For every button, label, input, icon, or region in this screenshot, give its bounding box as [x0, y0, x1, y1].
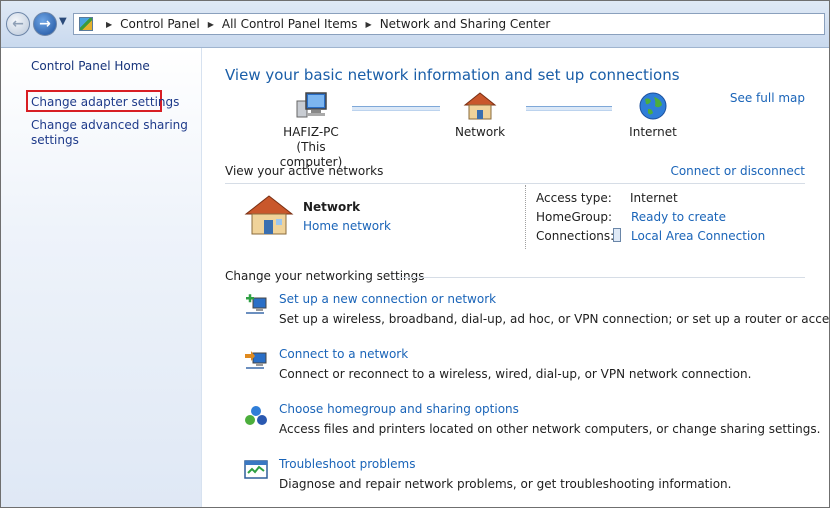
internet-node[interactable]: Internet [622, 91, 684, 140]
connection-line [526, 106, 612, 111]
connection-line [352, 106, 440, 111]
task-description: Connect or reconnect to a wireless, wire… [279, 367, 752, 381]
task-link[interactable]: Troubleshoot problems [279, 457, 415, 471]
section-divider [398, 277, 805, 278]
page-title: View your basic network information and … [225, 66, 680, 84]
change-adapter-settings-link[interactable]: Change adapter settings [31, 95, 179, 110]
globe-icon [639, 92, 667, 120]
change-settings-heading: Change your networking settings [225, 269, 425, 283]
computer-name: HAFIZ-PC [283, 125, 339, 139]
link-line: settings [31, 133, 79, 147]
task-description: Access files and printers located on oth… [279, 422, 821, 436]
breadcrumb-item[interactable]: All Control Panel Items [222, 17, 358, 31]
access-type-label: Access type: [536, 191, 612, 205]
computer-icon [296, 92, 327, 118]
section-divider [225, 183, 805, 184]
troubleshoot-icon [244, 460, 268, 479]
home-network-icon [244, 195, 294, 235]
network-type-link[interactable]: Home network [303, 219, 391, 233]
network-node-label: Network [454, 125, 506, 139]
new-connection-icon [246, 294, 267, 314]
access-type-value: Internet [630, 191, 678, 205]
breadcrumb-item[interactable]: Network and Sharing Center [380, 17, 551, 31]
chevron-right-icon[interactable]: ▶ [366, 20, 372, 29]
chevron-right-icon[interactable]: ▶ [208, 20, 214, 29]
active-network-name: Network [303, 200, 361, 214]
vertical-divider [525, 185, 526, 249]
ethernet-icon [613, 228, 621, 242]
network-node[interactable]: Network [448, 91, 512, 140]
see-full-map-link[interactable]: See full map [730, 91, 805, 105]
connect-network-icon [245, 351, 267, 369]
house-icon [463, 92, 497, 120]
task-link[interactable]: Choose homegroup and sharing options [279, 402, 519, 416]
homegroup-status-link[interactable]: Ready to create [631, 210, 726, 224]
recent-pages-dropdown-icon[interactable]: ▼ [59, 16, 67, 27]
forward-button[interactable]: → [33, 12, 57, 36]
homegroup-label: HomeGroup: [536, 210, 613, 224]
back-button[interactable]: ← [6, 12, 30, 36]
left-pane: Control Panel Home Change adapter settin… [1, 48, 202, 507]
computer-node: HAFIZ-PC (This computer) [266, 91, 356, 170]
chevron-right-icon[interactable]: ▶ [106, 20, 112, 29]
address-bar[interactable]: ▶ Control Panel ▶ All Control Panel Item… [73, 13, 825, 35]
breadcrumb-item[interactable]: Control Panel [120, 17, 200, 31]
internet-node-label: Internet [629, 125, 677, 139]
task-description: Set up a wireless, broadband, dial-up, a… [279, 312, 830, 326]
control-panel-icon [79, 17, 93, 31]
change-advanced-sharing-link[interactable]: Change advanced sharing settings [31, 118, 188, 148]
link-line: Change advanced sharing [31, 118, 188, 132]
connect-or-disconnect-link[interactable]: Connect or disconnect [670, 164, 805, 178]
window: ← → ▼ ▶ Control Panel ▶ All Control Pane… [0, 0, 830, 508]
main-content: View your basic network information and … [202, 48, 829, 507]
task-link[interactable]: Connect to a network [279, 347, 408, 361]
local-area-connection-link[interactable]: Local Area Connection [631, 229, 765, 243]
homegroup-icon [245, 406, 267, 425]
control-panel-home-link[interactable]: Control Panel Home [31, 59, 150, 74]
task-link[interactable]: Set up a new connection or network [279, 292, 496, 306]
address-toolbar: ← → ▼ ▶ Control Panel ▶ All Control Pane… [1, 1, 829, 48]
active-networks-heading: View your active networks [225, 164, 384, 178]
connections-label: Connections: [536, 229, 615, 243]
task-description: Diagnose and repair network problems, or… [279, 477, 732, 491]
